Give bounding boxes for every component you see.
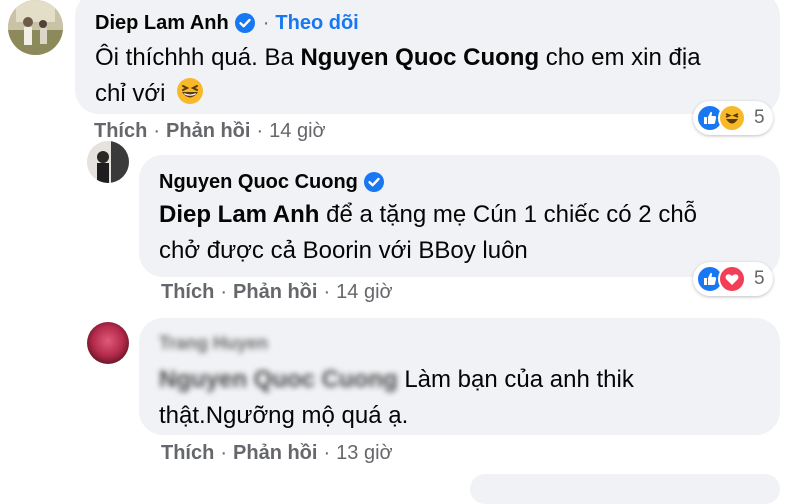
verified-badge-icon (234, 13, 255, 33)
action-separator: · (323, 281, 331, 303)
reaction-count: 5 (754, 107, 765, 128)
comment-text: Ôi thíchhh quá. Ba Nguyen Quoc Cuong cho… (95, 40, 760, 76)
action-separator: · (220, 442, 228, 464)
comment-author[interactable]: Diep Lam Anh (95, 12, 229, 35)
reply-button[interactable]: Phản hồi (166, 120, 250, 142)
action-separator: · (220, 281, 228, 303)
comment-actions: Thích · Phản hồi · 13 giờ (161, 442, 393, 465)
comment-actions: Thích · Phản hồi · 14 giờ (94, 120, 326, 143)
mention-link[interactable]: Nguyen Quoc Cuong (300, 44, 539, 71)
comment-text-line2: chỉ với (95, 76, 760, 116)
comment-text-line2: thật.Ngưỡng mộ quá ạ. (159, 398, 760, 434)
follow-button[interactable]: Theo dõi (275, 12, 358, 35)
love-icon (718, 265, 746, 293)
mention-link[interactable]: Diep Lam Anh (159, 201, 319, 228)
comment-header: Diep Lam Anh · Theo dõi (95, 8, 760, 38)
next-comment-bubble-partial (470, 474, 780, 504)
like-button[interactable]: Thích (161, 442, 214, 464)
avatar-photo-icon (87, 322, 129, 364)
comment-author[interactable]: Nguyen Quoc Cuong (159, 171, 358, 194)
reaction-summary[interactable]: 5 (693, 262, 773, 296)
reply-button[interactable]: Phản hồi (233, 281, 317, 303)
comment-text: Nguyen Quoc Cuong Làm bạn của anh thik (159, 362, 760, 398)
reaction-summary[interactable]: 5 (693, 101, 773, 135)
comment-text-line2-content: thật.Ngưỡng mộ quá ạ. (159, 402, 409, 429)
reply-button[interactable]: Phản hồi (233, 442, 317, 464)
comment-timestamp[interactable]: 14 giờ (269, 120, 325, 142)
comment-text-suffix: cho em xin địa (539, 44, 701, 71)
action-separator: · (153, 120, 161, 142)
follow-separator: · (262, 11, 270, 34)
comment-bubble: Trang Huyen Nguyen Quoc Cuong Làm bạn củ… (139, 318, 780, 435)
avatar-photo-icon (87, 141, 129, 183)
action-separator: · (256, 120, 264, 142)
comment-text-prefix: Ôi thíchhh quá. Ba (95, 44, 301, 71)
avatar-blurred[interactable] (87, 322, 129, 364)
comment-text-suffix: để a tặng mẹ Cún 1 chiếc có 2 chỗ (319, 201, 698, 228)
comment-text-line2-content: chỉ với (95, 80, 166, 107)
comment-timestamp[interactable]: 14 giờ (336, 281, 392, 303)
verified-badge-icon (363, 172, 384, 192)
comment-header: Nguyen Quoc Cuong (159, 167, 760, 197)
action-separator: · (323, 442, 331, 464)
avatar-photo-icon (8, 0, 63, 55)
grinning-squinting-face-icon (176, 77, 204, 116)
comment-text-line2: chở được cả Boorin với BBoy luôn (159, 233, 760, 269)
comment-author-blurred[interactable]: Trang Huyen (159, 330, 268, 356)
comment-actions: Thích · Phản hồi · 14 giờ (161, 281, 393, 304)
reaction-count: 5 (754, 268, 765, 289)
like-button[interactable]: Thích (161, 281, 214, 303)
comment-timestamp[interactable]: 13 giờ (336, 442, 392, 464)
comment-bubble: Diep Lam Anh · Theo dõi Ôi thíchhh quá. … (75, 0, 780, 114)
avatar-diep-lam-anh[interactable] (8, 0, 63, 55)
comment-text-suffix: Làm bạn của anh thik (397, 366, 634, 393)
comment-bubble: Nguyen Quoc Cuong Diep Lam Anh để a tặng… (139, 155, 780, 277)
haha-icon (718, 104, 746, 132)
like-button[interactable]: Thích (94, 120, 147, 142)
mention-link-blurred[interactable]: Nguyen Quoc Cuong (159, 366, 398, 393)
comment-text-line2-content: chở được cả Boorin với BBoy luôn (159, 237, 528, 264)
comment-text: Diep Lam Anh để a tặng mẹ Cún 1 chiếc có… (159, 197, 760, 233)
avatar-nguyen-quoc-cuong[interactable] (87, 141, 129, 183)
